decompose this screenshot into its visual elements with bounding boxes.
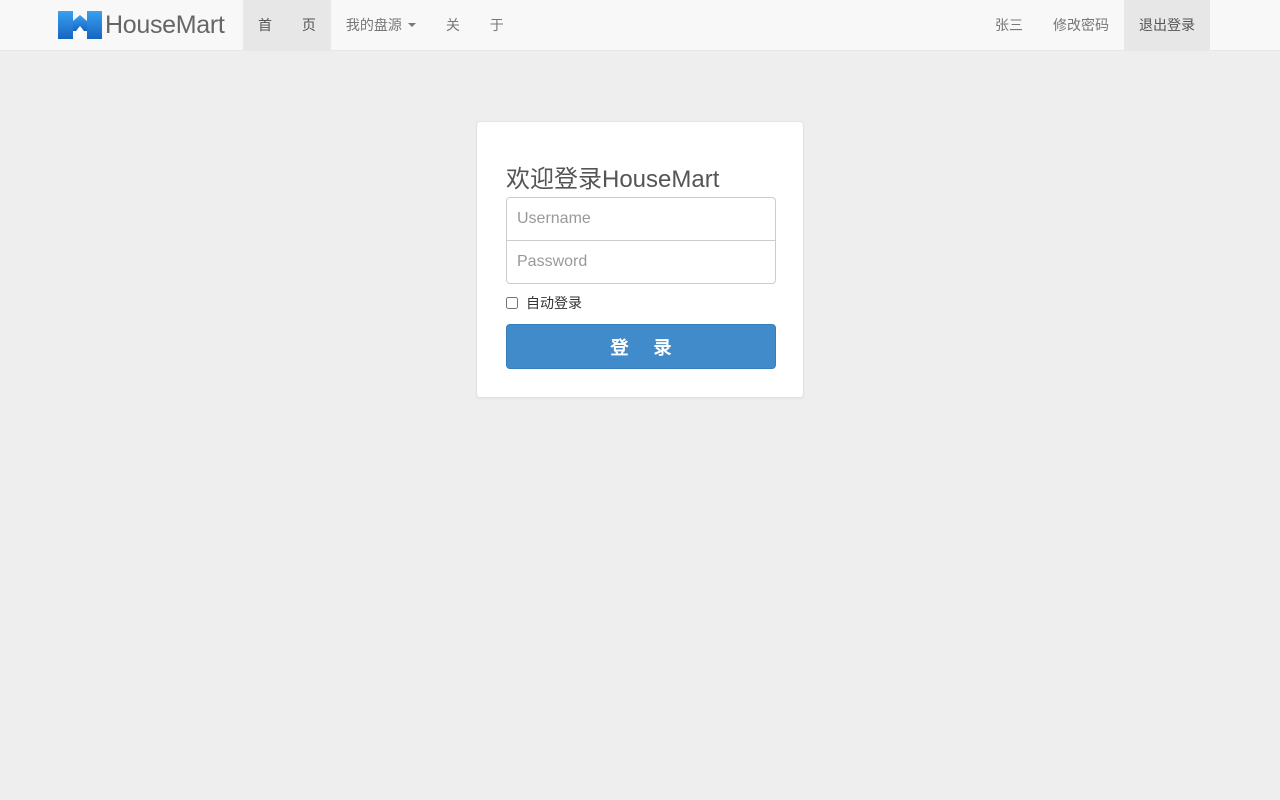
login-inputs [506, 197, 776, 284]
login-button[interactable]: 登 录 [506, 324, 776, 369]
brand-link[interactable]: HouseMart [58, 0, 225, 50]
nav-about[interactable]: 关 于 [431, 0, 519, 50]
remember-me-checkbox[interactable] [506, 297, 518, 309]
housemart-logo-icon [58, 11, 102, 39]
remember-me[interactable]: 自动登录 [506, 295, 582, 311]
brand-name: HouseMart [105, 10, 225, 39]
caret-down-icon [407, 23, 416, 27]
login-title: 欢迎登录HouseMart [506, 166, 720, 193]
nav-left: 首 页 我的盘源 关 于 [243, 0, 519, 50]
nav-my-listings-label: 我的盘源 [345, 17, 402, 33]
nav-right: 张三 修改密码 退出登录 [980, 0, 1210, 50]
top-navbar: HouseMart 首 页 我的盘源 关 于 张三 修改密码 退出登录 [0, 0, 1280, 51]
nav-username[interactable]: 张三 [980, 0, 1038, 50]
nav-my-listings-dropdown[interactable]: 我的盘源 [331, 0, 431, 50]
nav-change-password[interactable]: 修改密码 [1038, 0, 1124, 50]
username-input[interactable] [506, 197, 776, 241]
nav-home[interactable]: 首 页 [243, 0, 331, 50]
login-card: 欢迎登录HouseMart 自动登录 登 录 [476, 121, 804, 398]
remember-me-label: 自动登录 [526, 295, 582, 311]
password-input[interactable] [506, 240, 776, 284]
nav-logout[interactable]: 退出登录 [1124, 0, 1210, 50]
